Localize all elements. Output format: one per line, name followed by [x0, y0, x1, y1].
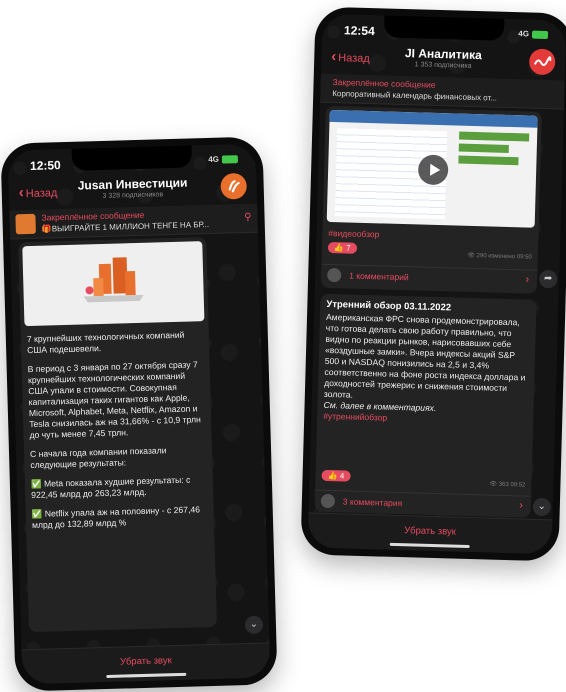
comments-button[interactable]: 1 комментарий › — [320, 263, 538, 291]
message-paragraph: Американская ФРС снова продемонстрировал… — [323, 311, 526, 400]
mute-label: Убрать звук — [404, 525, 457, 538]
message-paragraph: 7 крупнейших технологичных компаний США … — [26, 329, 185, 356]
message-paragraph: В период с 3 января по 27 октября сразу … — [27, 359, 201, 441]
pinned-label: Закреплённое сообщение — [332, 77, 436, 90]
chevron-down-icon: ⌄ — [249, 618, 259, 630]
comments-label: 3 комментария — [342, 496, 403, 509]
channel-avatar[interactable] — [528, 48, 556, 76]
status-time: 12:54 — [343, 23, 375, 39]
phone-right: 12:54 4G ‹ Назад JI Аналитика 1 353 подпи… — [300, 6, 566, 562]
chevron-right-icon: › — [525, 273, 530, 286]
wave-logo-icon — [534, 56, 552, 66]
view-count: 👁 290 изменено 09:50 — [467, 252, 532, 261]
comments-label: 1 комментарий — [349, 270, 409, 283]
phone-left: 12:50 4G ‹ Назад Jusan Инвестиции 3 328 п… — [0, 136, 278, 692]
commenter-avatar — [320, 493, 336, 509]
message-paragraph: С начала года компании показали следующи… — [29, 445, 167, 471]
battery-icon — [221, 155, 239, 164]
mute-button[interactable]: Убрать звук — [307, 512, 553, 555]
channel-avatar[interactable] — [220, 172, 248, 200]
network-indicator: 4G — [208, 154, 239, 164]
post-image — [22, 241, 205, 327]
pinned-message[interactable]: Закреплённое сообщение Корпоративный кал… — [320, 73, 565, 110]
chevron-down-icon: ⌄ — [537, 500, 547, 513]
battery-icon — [531, 30, 549, 39]
scroll-down-button[interactable]: ⌄ — [244, 615, 264, 635]
pinned-thumbnail — [15, 213, 36, 235]
message-paragraph: ✅ Netflix упала аж на половину - с 267,4… — [31, 504, 201, 531]
network-label: 4G — [518, 29, 530, 39]
pinned-message[interactable]: Закреплённое сообщение 🎁ВЫИГРАЙТЕ 1 МИЛЛ… — [9, 203, 258, 240]
reaction-badge[interactable]: 👍 7 — [327, 241, 357, 254]
status-time: 12:50 — [29, 158, 61, 173]
chat-screen-right: 12:54 4G ‹ Назад JI Аналитика 1 353 подпи… — [307, 13, 566, 555]
jusan-logo-icon — [228, 180, 240, 193]
spreadsheet-toolbar — [329, 109, 538, 128]
scroll-down-button[interactable]: ⌄ — [532, 497, 552, 517]
chart-bar — [458, 143, 509, 153]
share-icon: ➦ — [543, 272, 553, 285]
hashtag[interactable]: #видеообзор — [328, 228, 379, 239]
pinned-text: Корпоративный календарь финансовых от... — [332, 89, 498, 103]
mute-button[interactable]: Убрать звук — [21, 642, 271, 685]
reaction-badge[interactable]: 👍 4 — [321, 469, 351, 482]
share-button[interactable]: ➦ — [538, 269, 558, 289]
chat-screen-left: 12:50 4G ‹ Назад Jusan Инвестиции 3 328 п… — [7, 143, 271, 685]
play-icon — [430, 163, 441, 176]
commenter-avatar — [327, 267, 342, 283]
video-post-bubble: #видеообзор 👍 7 👁 290 изменено 09:50 1 к… — [320, 105, 542, 294]
pin-list-icon[interactable]: ⚲ — [244, 212, 252, 223]
chevron-right-icon: › — [519, 499, 524, 512]
network-label: 4G — [208, 154, 220, 164]
pinned-label: Закреплённое сообщение — [41, 209, 145, 223]
message-paragraph: ✅ Meta показала худшие результаты: с 922… — [30, 474, 191, 501]
message-body: 7 крупнейших технологичных компаний США … — [27, 329, 208, 531]
view-count: 👁 363 09:52 — [489, 481, 526, 489]
chart-bar — [459, 131, 530, 142]
mute-label: Убрать звук — [119, 655, 172, 668]
video-thumbnail[interactable] — [326, 109, 538, 228]
chart-bar — [458, 155, 519, 166]
network-indicator: 4G — [518, 29, 549, 39]
play-button[interactable] — [417, 154, 449, 186]
text-post-bubble: Утренний обзор 03.11.2022 Американская Ф… — [314, 293, 537, 518]
message-body: Утренний обзор 03.11.2022 Американская Ф… — [323, 299, 532, 427]
message-bubble: 7 крупнейших технологичных компаний США … — [18, 237, 217, 633]
building-illustration-icon — [83, 257, 144, 303]
